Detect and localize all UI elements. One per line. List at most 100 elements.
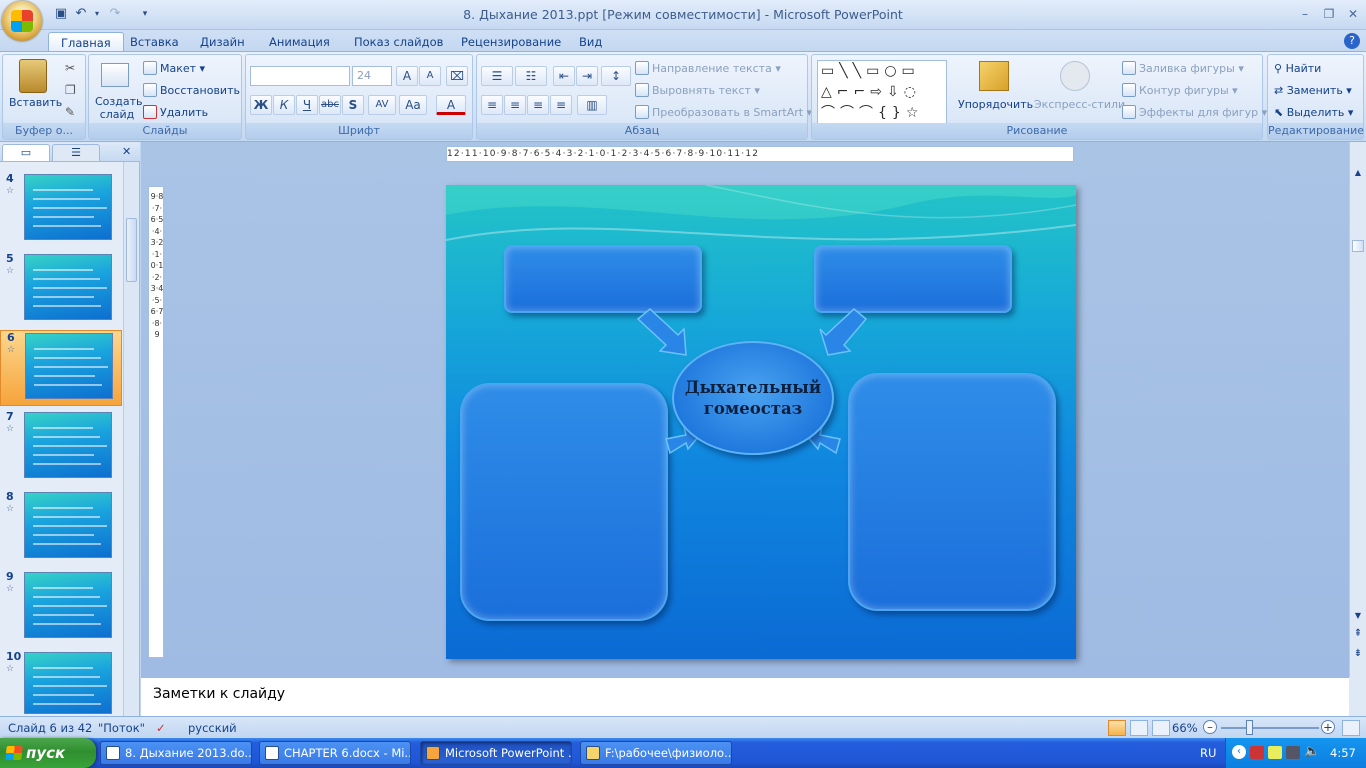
change-case-button[interactable]: Aa bbox=[399, 95, 427, 115]
help-icon[interactable]: ? bbox=[1344, 33, 1360, 49]
task-explorer[interactable]: F:\рабочее\физиоло... bbox=[580, 741, 732, 765]
tab-review[interactable]: Рецензирование bbox=[449, 32, 573, 52]
replace-button[interactable]: ⇄ Заменить ▾ bbox=[1274, 83, 1352, 99]
font-size-combo[interactable]: 24 bbox=[352, 66, 392, 86]
shape-effects-button[interactable]: Эффекты для фигур ▾ bbox=[1122, 105, 1267, 121]
copy-icon[interactable]: ❐ bbox=[65, 83, 76, 97]
close-panel-icon[interactable]: ✕ bbox=[122, 145, 131, 158]
notes-pane[interactable]: Заметки к слайду bbox=[141, 677, 1349, 716]
center-ellipse[interactable]: Дыхательный гомеостаз bbox=[672, 341, 834, 455]
text-direction-button[interactable]: Направление текста ▾ bbox=[635, 61, 781, 77]
slides-tab-icon[interactable]: ▭ bbox=[2, 144, 50, 161]
scroll-up-icon[interactable]: ▲ bbox=[1352, 164, 1364, 182]
tab-animation[interactable]: Анимация bbox=[257, 32, 342, 52]
tab-design[interactable]: Дизайн bbox=[188, 32, 257, 52]
office-button[interactable] bbox=[2, 1, 42, 41]
thumbnails-scroll-thumb[interactable] bbox=[126, 218, 137, 282]
task-powerpoint[interactable]: Microsoft PowerPoint ... bbox=[420, 741, 572, 765]
underline-button[interactable]: Ч bbox=[296, 95, 318, 115]
thumbnails-scrollbar[interactable] bbox=[123, 162, 139, 716]
shrink-font-button[interactable]: A bbox=[419, 66, 441, 86]
zoom-level[interactable]: 66% bbox=[1172, 721, 1198, 735]
slide-thumbnail-6[interactable]: 6 ☆ bbox=[0, 330, 122, 406]
zoom-in-icon[interactable]: + bbox=[1321, 720, 1335, 734]
grow-font-button[interactable]: A bbox=[396, 66, 418, 86]
spellcheck-icon[interactable]: ✓ bbox=[156, 721, 166, 735]
align-right-button[interactable]: ≡ bbox=[527, 95, 549, 115]
increase-indent-button[interactable]: ⇥ bbox=[576, 66, 598, 86]
numbering-button[interactable]: ☷ bbox=[515, 66, 547, 86]
columns-button[interactable]: ▥ bbox=[577, 95, 607, 115]
normal-view-icon[interactable] bbox=[1108, 720, 1126, 736]
slide-thumbnail-7[interactable]: 7 ☆ bbox=[0, 410, 122, 486]
strikethrough-button[interactable]: abc bbox=[319, 95, 341, 115]
tab-view[interactable]: Вид bbox=[567, 32, 614, 52]
language-indicator[interactable]: русский bbox=[188, 721, 237, 735]
editor-vertical-scrollbar[interactable]: ▲ ▼ ⇞ ⇟ bbox=[1349, 142, 1366, 677]
quick-styles-button[interactable]: Экспресс-стили bbox=[1034, 97, 1125, 113]
minimize-icon[interactable]: – bbox=[1294, 6, 1316, 22]
align-text-button[interactable]: Выровнять текст ▾ bbox=[635, 83, 760, 99]
clear-format-button[interactable]: ⌧ bbox=[446, 66, 468, 86]
layout-button[interactable]: Макет ▾ bbox=[143, 61, 205, 77]
outline-tab-icon[interactable]: ☰ bbox=[52, 144, 100, 161]
smartart-button[interactable]: Преобразовать в SmartArt ▾ bbox=[635, 105, 812, 121]
zoom-slider-thumb[interactable] bbox=[1246, 720, 1253, 735]
editor-scroll-thumb[interactable] bbox=[1352, 240, 1364, 252]
find-button[interactable]: ⚲ Найти bbox=[1274, 61, 1321, 77]
scroll-down-icon[interactable]: ▼ bbox=[1352, 608, 1364, 624]
restore-icon[interactable]: ❐ bbox=[1318, 6, 1340, 22]
tab-insert[interactable]: Вставка bbox=[118, 32, 191, 52]
tab-slideshow[interactable]: Показ слайдов bbox=[342, 32, 455, 52]
new-slide-button[interactable]: Создать слайд bbox=[95, 95, 143, 121]
notes-scrollbar[interactable] bbox=[1349, 677, 1366, 716]
shape-fill-button[interactable]: Заливка фигуры ▾ bbox=[1122, 61, 1244, 77]
tray-security-icon[interactable] bbox=[1268, 746, 1282, 759]
slide-thumbnail-4[interactable]: 4 ☆ bbox=[0, 172, 122, 248]
task-word-chapter[interactable]: CHAPTER 6.docx - Mi... bbox=[259, 741, 411, 765]
slide[interactable]: Дыхательный гомеостаз bbox=[446, 185, 1076, 659]
keyboard-language[interactable]: RU bbox=[1200, 746, 1216, 760]
reset-button[interactable]: Восстановить bbox=[143, 83, 240, 99]
zoom-slider[interactable] bbox=[1221, 727, 1319, 729]
sorter-view-icon[interactable] bbox=[1130, 720, 1148, 736]
format-painter-icon[interactable]: ✎ bbox=[65, 105, 75, 119]
align-center-button[interactable]: ≡ bbox=[504, 95, 526, 115]
justify-button[interactable]: ≡ bbox=[550, 95, 572, 115]
italic-button[interactable]: К bbox=[273, 95, 295, 115]
font-color-button[interactable]: A bbox=[436, 95, 466, 115]
slide-thumbnail-10[interactable]: 10 ☆ bbox=[0, 650, 122, 720]
delete-slide-button[interactable]: Удалить bbox=[143, 105, 208, 121]
line-spacing-button[interactable]: ↕ bbox=[601, 66, 631, 86]
task-word-breathing[interactable]: 8. Дыхание 2013.do... bbox=[100, 741, 252, 765]
slide-thumbnail-8[interactable]: 8 ☆ bbox=[0, 490, 122, 566]
tray-expand-icon[interactable]: ‹ bbox=[1232, 745, 1246, 759]
paste-button[interactable]: Вставить bbox=[9, 95, 62, 111]
slide-thumbnail-5[interactable]: 5 ☆ bbox=[0, 252, 122, 328]
tray-network-icon[interactable] bbox=[1286, 746, 1300, 759]
align-left-button[interactable]: ≡ bbox=[481, 95, 503, 115]
bullets-button[interactable]: ☰ bbox=[481, 66, 513, 86]
shadow-button[interactable]: S bbox=[342, 95, 364, 115]
tray-app-icon[interactable] bbox=[1250, 746, 1264, 759]
font-name-combo[interactable] bbox=[250, 66, 350, 86]
next-slide-icon[interactable]: ⇟ bbox=[1352, 648, 1364, 666]
select-button[interactable]: ⬉ Выделить ▾ bbox=[1274, 105, 1353, 121]
slide-thumbnail-9[interactable]: 9 ☆ bbox=[0, 570, 122, 646]
decrease-indent-button[interactable]: ⇤ bbox=[553, 66, 575, 86]
start-button[interactable]: пуск bbox=[0, 738, 96, 768]
cut-icon[interactable]: ✂ bbox=[65, 61, 75, 75]
bold-button[interactable]: Ж bbox=[250, 95, 272, 115]
tab-home[interactable]: Главная bbox=[48, 32, 124, 52]
volume-icon[interactable]: 🔈 bbox=[1304, 744, 1320, 759]
shape-outline-button[interactable]: Контур фигуры ▾ bbox=[1122, 83, 1238, 99]
close-icon[interactable]: ✕ bbox=[1342, 6, 1364, 22]
slideshow-view-icon[interactable] bbox=[1152, 720, 1170, 736]
zoom-out-icon[interactable]: – bbox=[1203, 720, 1217, 734]
char-spacing-button[interactable]: AV bbox=[368, 95, 396, 115]
shapes-gallery[interactable]: ▭╲╲▭○▭ △⌐⌐⇨⇩◌ ⌒⌒⌒{}☆ bbox=[817, 60, 947, 124]
prev-slide-icon[interactable]: ⇞ bbox=[1352, 628, 1364, 646]
theme-name[interactable]: "Поток" bbox=[98, 721, 145, 735]
arrange-button[interactable]: Упорядочить bbox=[958, 97, 1033, 113]
fit-to-window-icon[interactable] bbox=[1342, 720, 1360, 736]
